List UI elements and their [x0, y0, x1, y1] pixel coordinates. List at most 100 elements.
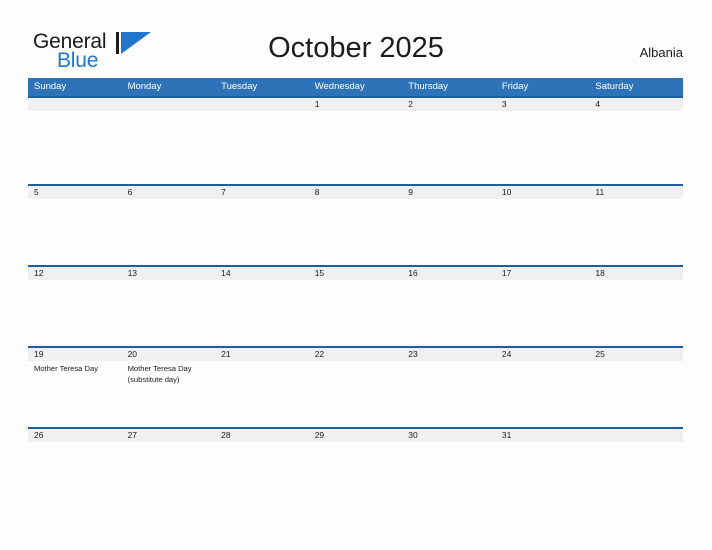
- day-number[interactable]: 16: [402, 267, 496, 280]
- day-cell[interactable]: [589, 361, 683, 427]
- country-label: Albania: [639, 45, 683, 60]
- calendar-page: General Blue October 2025 Albania Sunday…: [0, 0, 712, 550]
- weekday-header-thursday: Thursday: [408, 81, 448, 92]
- day-cell[interactable]: Mother Teresa Day (substitute day): [122, 361, 216, 427]
- day-number[interactable]: 17: [496, 267, 590, 280]
- day-cell[interactable]: [309, 199, 403, 265]
- day-number[interactable]: 4: [589, 98, 683, 111]
- day-number-empty: [122, 98, 216, 111]
- weekday-header-saturday: Saturday: [595, 81, 634, 92]
- holiday-event: Mother Teresa Day (substitute day): [127, 364, 192, 384]
- day-cell: [122, 111, 216, 184]
- day-number[interactable]: 27: [122, 429, 216, 442]
- day-number[interactable]: 9: [402, 186, 496, 199]
- day-number[interactable]: 29: [309, 429, 403, 442]
- day-number[interactable]: 10: [496, 186, 590, 199]
- day-cell[interactable]: [215, 199, 309, 265]
- day-number[interactable]: 2: [402, 98, 496, 111]
- day-number[interactable]: 8: [309, 186, 403, 199]
- day-number[interactable]: 24: [496, 348, 590, 361]
- day-number[interactable]: 23: [402, 348, 496, 361]
- day-cell[interactable]: [402, 199, 496, 265]
- day-cell[interactable]: [122, 280, 216, 346]
- day-cell[interactable]: [496, 361, 590, 427]
- week-event-strip: [28, 442, 683, 508]
- day-number-empty: [215, 98, 309, 111]
- day-cell[interactable]: [496, 199, 590, 265]
- day-number-empty: [28, 98, 122, 111]
- day-cell[interactable]: [589, 280, 683, 346]
- day-cell[interactable]: [122, 199, 216, 265]
- calendar-week-row: 12 13 14 15 16 17 18: [28, 265, 683, 346]
- day-cell[interactable]: [402, 280, 496, 346]
- day-cell: [589, 442, 683, 508]
- day-cell[interactable]: [28, 199, 122, 265]
- day-cell[interactable]: [309, 361, 403, 427]
- day-number[interactable]: 7: [215, 186, 309, 199]
- day-cell[interactable]: [589, 199, 683, 265]
- week-event-strip: Mother Teresa Day Mother Teresa Day (subs…: [28, 361, 683, 427]
- day-number[interactable]: 25: [589, 348, 683, 361]
- day-number[interactable]: 30: [402, 429, 496, 442]
- day-number[interactable]: 11: [589, 186, 683, 199]
- day-number[interactable]: 19: [28, 348, 122, 361]
- day-number[interactable]: 6: [122, 186, 216, 199]
- weekday-header-row: Sunday Monday Tuesday Wednesday Thursday Frid…: [28, 78, 683, 96]
- day-number[interactable]: 22: [309, 348, 403, 361]
- day-number[interactable]: 3: [496, 98, 590, 111]
- page-header: General Blue October 2025 Albania: [0, 0, 712, 76]
- day-cell[interactable]: [28, 280, 122, 346]
- weekday-header-monday: Monday: [127, 81, 162, 92]
- week-date-strip: 12 13 14 15 16 17 18: [28, 265, 683, 280]
- day-cell[interactable]: [309, 280, 403, 346]
- day-number[interactable]: 15: [309, 267, 403, 280]
- day-number[interactable]: 13: [122, 267, 216, 280]
- weekday-header-friday: Friday: [501, 81, 529, 92]
- day-cell[interactable]: [215, 442, 309, 508]
- day-number[interactable]: 5: [28, 186, 122, 199]
- weekday-header-wednesday: Wednesday: [314, 81, 365, 92]
- day-cell[interactable]: [215, 361, 309, 427]
- week-event-strip: [28, 111, 683, 184]
- day-cell: [215, 111, 309, 184]
- week-date-strip: 1234: [28, 96, 683, 111]
- day-number[interactable]: 14: [215, 267, 309, 280]
- day-cell[interactable]: [402, 111, 496, 184]
- day-cell[interactable]: [496, 442, 590, 508]
- day-cell[interactable]: [28, 442, 122, 508]
- day-number[interactable]: 18: [589, 267, 683, 280]
- day-cell[interactable]: [402, 361, 496, 427]
- day-cell[interactable]: [309, 442, 403, 508]
- calendar-week-row: 5 6 7 8 9 10 11: [28, 184, 683, 265]
- day-cell[interactable]: [402, 442, 496, 508]
- day-number[interactable]: 31: [496, 429, 590, 442]
- day-cell[interactable]: [309, 111, 403, 184]
- day-cell: [28, 111, 122, 184]
- day-number[interactable]: 1: [309, 98, 403, 111]
- calendar-grid: Sunday Monday Tuesday Wednesday Thursday Frid…: [28, 78, 683, 508]
- week-date-strip: 26 27 28 29 30 31: [28, 427, 683, 442]
- calendar-week-row: 1234: [28, 96, 683, 184]
- calendar-weeks: 1 2 3 4 5 6 7 8 9 10 11 12 13 14 15 16 17 18 19 20 21 22 23 24 2…: [28, 96, 683, 508]
- day-number-empty: [589, 429, 683, 442]
- day-cell[interactable]: Mother Teresa Day: [28, 361, 122, 427]
- day-cell[interactable]: [122, 442, 216, 508]
- page-title: October 2025: [268, 32, 444, 64]
- day-number[interactable]: 26: [28, 429, 122, 442]
- day-cell[interactable]: [496, 111, 590, 184]
- week-event-strip: [28, 199, 683, 265]
- day-number[interactable]: 21: [215, 348, 309, 361]
- day-cell[interactable]: [589, 111, 683, 184]
- day-cell[interactable]: [215, 280, 309, 346]
- week-event-strip: [28, 280, 683, 346]
- calendar-week-row: 26 27 28 29 30 31: [28, 427, 683, 508]
- day-number[interactable]: 28: [215, 429, 309, 442]
- calendar-week-row: 19 20 21 22 23 24 25 Mother Teresa Day Mother Te…: [28, 346, 683, 427]
- week-date-strip: 19 20 21 22 23 24 25: [28, 346, 683, 361]
- weekday-header-tuesday: Tuesday: [221, 81, 258, 92]
- weekday-header-sunday: Sunday: [34, 81, 67, 92]
- day-number[interactable]: 12: [28, 267, 122, 280]
- day-cell[interactable]: [496, 280, 590, 346]
- day-number[interactable]: 20: [122, 348, 216, 361]
- week-date-strip: 5 6 7 8 9 10 11: [28, 184, 683, 199]
